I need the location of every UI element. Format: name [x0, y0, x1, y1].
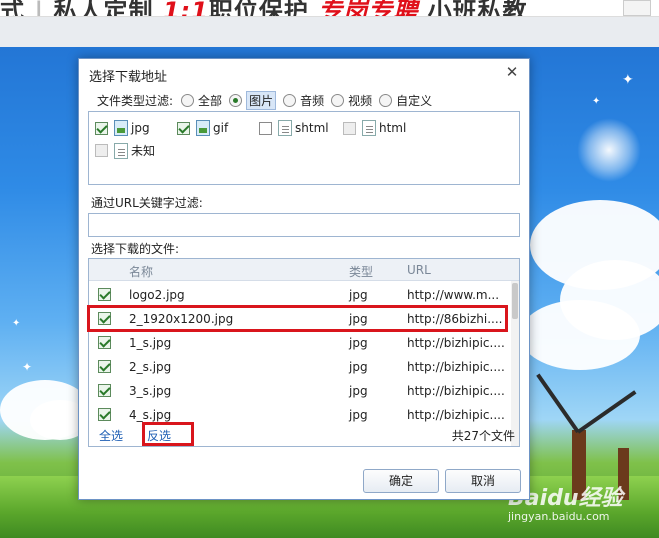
table-row[interactable]: 2_s.jpg jpg http://bizhipic.... — [89, 355, 511, 379]
radio-image[interactable]: 图片 — [229, 90, 277, 110]
scrollbar-thumb[interactable] — [512, 283, 518, 319]
checkbox[interactable] — [95, 121, 108, 135]
radio-all[interactable]: 全部 — [181, 92, 222, 109]
row-checkbox[interactable] — [98, 408, 111, 421]
sparkle-icon: ✦ — [622, 72, 634, 88]
url-filter-input[interactable] — [88, 213, 520, 237]
checkbox[interactable] — [259, 121, 272, 135]
windmill-blade — [536, 373, 580, 434]
banner-text: 式 | 私人定制 1:1职位保护 专岗专聘 小班私教 — [0, 0, 528, 17]
sparkle-icon: ✦ — [22, 360, 33, 374]
radio-audio[interactable]: 音频 — [283, 92, 324, 109]
sparkle-icon: ✦ — [592, 96, 601, 107]
highlight-box-row — [87, 305, 508, 332]
type-unknown[interactable]: 未知 — [95, 142, 155, 159]
column-url[interactable]: URL — [407, 263, 431, 277]
column-type[interactable]: 类型 — [349, 263, 373, 280]
url-filter-label: 通过URL关键字过滤: — [91, 196, 203, 210]
row-checkbox[interactable] — [98, 384, 111, 397]
table-header: 名称 类型 URL — [89, 259, 519, 281]
column-name[interactable]: 名称 — [129, 263, 153, 280]
dialog-title: 选择下载地址 — [89, 70, 168, 85]
file-type-filter: 文件类型过滤: 全部 图片 音频 视频 自定义 — [97, 90, 439, 110]
select-download-dialog: 选择下载地址 ✕ 文件类型过滤: 全部 图片 音频 视频 自定义 jpg gif… — [78, 58, 530, 500]
file-types-list: jpg gif shtml html 未知 — [88, 111, 520, 185]
files-label: 选择下载的文件: — [91, 242, 180, 256]
invert-selection-link[interactable]: 反选 — [147, 427, 171, 444]
close-icon[interactable]: ✕ — [503, 63, 521, 81]
filter-label: 文件类型过滤: — [97, 93, 174, 108]
document-file-icon — [114, 142, 128, 159]
type-shtml[interactable]: shtml — [259, 120, 329, 136]
file-table: 名称 类型 URL logo2.jpg jpg http://www.m... … — [88, 258, 520, 447]
web-banner: 式 | 私人定制 1:1职位保护 专岗专聘 小班私教 — [0, 0, 659, 17]
dialog-titlebar[interactable]: 选择下载地址 ✕ — [79, 59, 529, 87]
table-row[interactable]: logo2.jpg jpg http://www.m... — [89, 283, 511, 307]
image-file-icon — [114, 120, 128, 136]
document-file-icon — [278, 120, 292, 136]
table-row[interactable]: 3_s.jpg jpg http://bizhipic.... — [89, 379, 511, 403]
type-html[interactable]: html — [343, 120, 406, 136]
table-row[interactable]: 1_s.jpg jpg http://bizhipic.... — [89, 331, 511, 355]
file-count: 共27个文件 — [451, 429, 515, 443]
type-jpg[interactable]: jpg — [95, 120, 150, 136]
row-checkbox[interactable] — [98, 288, 111, 301]
radio-video[interactable]: 视频 — [331, 92, 372, 109]
banner-icon — [623, 0, 651, 16]
radio-custom[interactable]: 自定义 — [379, 92, 432, 109]
select-all-link[interactable]: 全选 — [99, 427, 123, 444]
cancel-button[interactable]: 取消 — [445, 469, 521, 493]
row-checkbox[interactable] — [98, 336, 111, 349]
watermark-url: jingyan.baidu.com — [508, 510, 610, 523]
document-file-icon — [362, 120, 376, 136]
type-gif[interactable]: gif — [177, 120, 228, 136]
image-file-icon — [196, 120, 210, 136]
selection-links: 全选 反选 — [99, 427, 171, 444]
page-toolbar-strip — [0, 17, 659, 47]
ok-button[interactable]: 确定 — [363, 469, 439, 493]
checkbox[interactable] — [95, 144, 108, 157]
row-checkbox[interactable] — [98, 360, 111, 373]
cloud — [520, 300, 640, 370]
checkbox[interactable] — [177, 121, 190, 135]
sparkle-icon: ✦ — [12, 318, 21, 329]
sun-glow — [577, 118, 641, 182]
windmill-blade — [576, 390, 637, 434]
checkbox[interactable] — [343, 121, 356, 135]
